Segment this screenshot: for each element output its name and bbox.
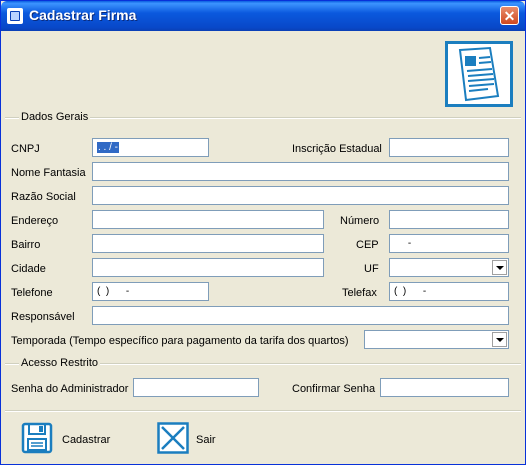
responsavel-label: Responsável <box>11 311 75 323</box>
cidade-field[interactable] <box>92 258 324 277</box>
telefone-label: Telefone <box>11 287 53 299</box>
sair-button[interactable]: Sair <box>157 422 227 462</box>
confirmar-senha-label: Confirmar Senha <box>292 383 376 395</box>
bairro-label: Bairro <box>11 239 41 251</box>
confirmar-senha-field[interactable] <box>380 378 509 397</box>
telefax-label: Telefax <box>342 287 377 299</box>
close-x-icon <box>157 422 189 459</box>
document-form-icon <box>445 41 513 107</box>
cadastrar-button[interactable]: Cadastrar <box>21 420 116 460</box>
floppy-disk-icon <box>21 420 55 459</box>
temporada-select[interactable] <box>364 330 509 349</box>
acesso-restrito-title: Acesso Restrito <box>19 357 101 369</box>
senha-admin-field[interactable] <box>133 378 259 397</box>
uf-label: UF <box>364 263 379 275</box>
title-bar[interactable]: Cadastrar Firma ✕ <box>1 1 525 31</box>
nome-fantasia-label: Nome Fantasia <box>11 167 86 179</box>
senha-admin-label: Senha do Administrador <box>11 383 129 395</box>
close-button[interactable]: ✕ <box>500 6 519 25</box>
cadastrar-label: Cadastrar <box>62 434 111 446</box>
chevron-down-icon[interactable] <box>492 260 507 275</box>
cnpj-mask-text: . . / - <box>97 142 119 153</box>
inscricao-estadual-label: Inscrição Estadual <box>292 143 382 155</box>
responsavel-field[interactable] <box>92 306 509 325</box>
temporada-label: Temporada (Tempo específico para pagamen… <box>11 335 349 347</box>
telefax-field[interactable]: ( ) - <box>389 282 509 301</box>
numero-label: Número <box>340 215 380 227</box>
numero-field[interactable] <box>389 210 509 229</box>
telefone-field[interactable]: ( ) - <box>92 282 209 301</box>
window-title: Cadastrar Firma <box>29 7 137 23</box>
endereco-label: Endereço <box>11 215 59 227</box>
razao-social-label: Razão Social <box>11 191 76 203</box>
sair-label: Sair <box>196 434 216 446</box>
cnpj-label: CNPJ <box>11 143 40 155</box>
footer-divider <box>5 410 521 412</box>
cidade-label: Cidade <box>11 263 46 275</box>
bairro-field[interactable] <box>92 234 324 253</box>
cep-label: CEP <box>356 239 379 251</box>
dados-gerais-title: Dados Gerais <box>19 111 91 123</box>
app-icon <box>7 8 23 24</box>
nome-fantasia-field[interactable] <box>92 162 509 181</box>
razao-social-field[interactable] <box>92 186 509 205</box>
cnpj-field[interactable]: . . / - <box>92 138 209 157</box>
endereco-field[interactable] <box>92 210 324 229</box>
uf-select[interactable] <box>389 258 509 277</box>
cadastrar-firma-window: Cadastrar Firma ✕ Dados Gerais CNPJ . . … <box>0 0 526 465</box>
chevron-down-icon[interactable] <box>492 332 507 347</box>
cep-field[interactable]: - <box>389 234 509 253</box>
inscricao-estadual-field[interactable] <box>389 138 509 157</box>
